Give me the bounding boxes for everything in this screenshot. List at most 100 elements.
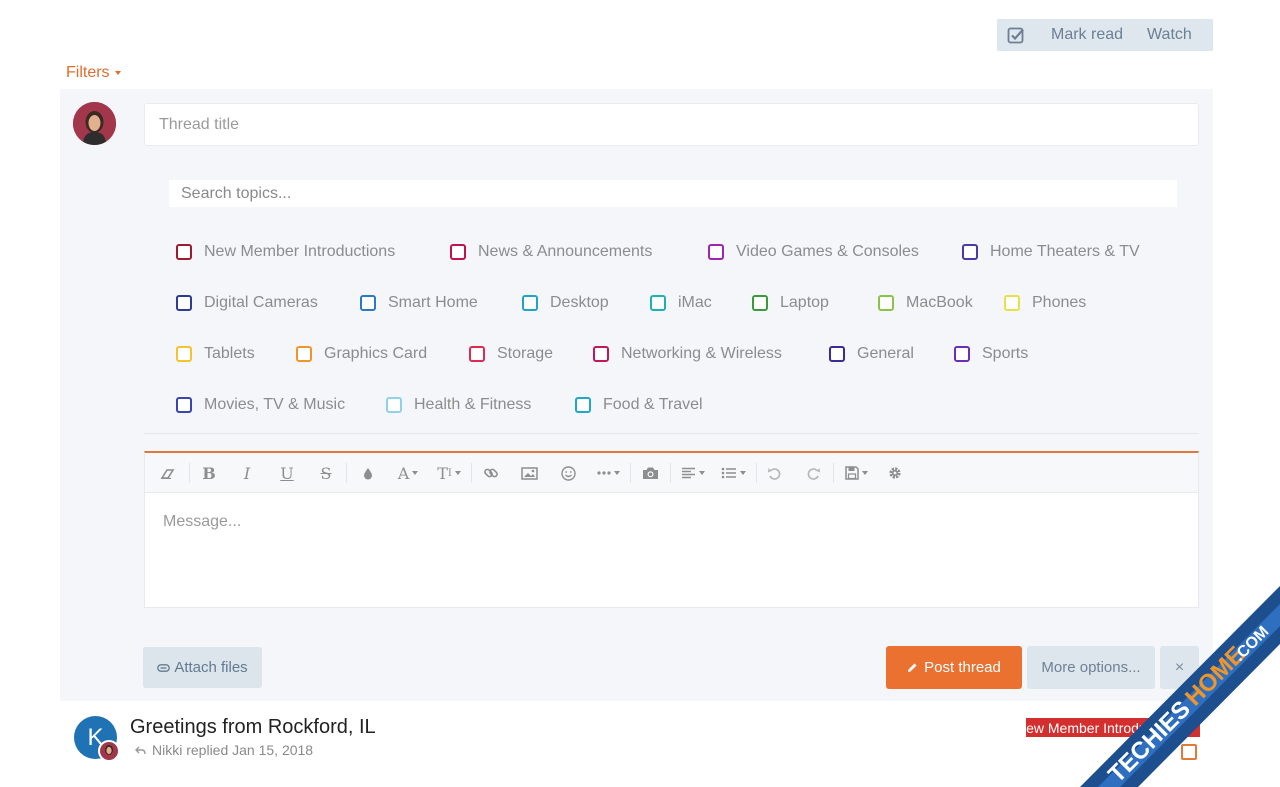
topic-checkbox[interactable] xyxy=(708,243,724,260)
align-icon[interactable] xyxy=(676,453,710,493)
topic-label: Desktop xyxy=(550,293,609,311)
topic-checkbox[interactable] xyxy=(176,294,192,311)
thread-title-link[interactable]: Greetings from Rockford, IL xyxy=(130,716,376,739)
topic-option-news-announcements[interactable]: News & Announcements xyxy=(450,243,708,261)
topic-label: Home Theaters & TV xyxy=(990,242,1140,260)
topic-label: Video Games & Consoles xyxy=(736,242,919,260)
topic-option-digital-cameras[interactable]: Digital Cameras xyxy=(176,294,360,312)
bold-icon[interactable]: B xyxy=(195,453,223,493)
close-icon: × xyxy=(1174,658,1185,676)
topic-checkbox[interactable] xyxy=(360,294,376,311)
topic-option-laptop[interactable]: Laptop xyxy=(752,294,878,312)
font-family-icon[interactable]: A xyxy=(391,453,425,493)
checkbox-icon[interactable] xyxy=(997,19,1035,51)
topic-option-video-games-consoles[interactable]: Video Games & Consoles xyxy=(708,243,962,261)
topic-checkbox[interactable] xyxy=(386,396,402,413)
topic-option-tablets[interactable]: Tablets xyxy=(176,345,296,363)
topic-checkbox[interactable] xyxy=(450,243,466,260)
message-input[interactable]: Message... xyxy=(145,493,1198,531)
paperclip-icon xyxy=(157,663,171,672)
topic-option-imac[interactable]: iMac xyxy=(650,294,752,312)
topic-label: Tablets xyxy=(204,344,255,362)
smilie-icon[interactable] xyxy=(554,453,582,493)
underline-icon[interactable]: U xyxy=(273,453,301,493)
topic-label: Laptop xyxy=(780,293,829,311)
watch-button[interactable]: Watch xyxy=(1147,26,1192,44)
more-options-button[interactable]: More options... xyxy=(1027,646,1155,689)
thread-prefix-badge[interactable]: New Member Introductions xyxy=(1026,718,1200,737)
topic-label: General xyxy=(857,344,914,362)
topic-checkbox[interactable] xyxy=(469,345,485,362)
redo-icon[interactable] xyxy=(799,453,827,493)
topic-option-sports[interactable]: Sports xyxy=(954,345,1028,363)
topic-label: Sports xyxy=(982,344,1029,362)
topic-label: Phones xyxy=(1032,293,1087,311)
undo-icon[interactable] xyxy=(760,453,788,493)
mark-read-button[interactable]: Mark read xyxy=(1051,26,1123,44)
post-thread-button[interactable]: Post thread xyxy=(886,646,1022,689)
thread-actions-bar: Mark read Watch xyxy=(997,19,1213,51)
topic-checkbox[interactable] xyxy=(176,243,192,260)
divider xyxy=(144,433,1199,434)
topic-label: Health & Fitness xyxy=(414,395,532,413)
topic-checkbox[interactable] xyxy=(296,345,312,362)
topic-checkbox[interactable] xyxy=(593,345,609,362)
topic-label: Digital Cameras xyxy=(204,293,318,311)
topic-checkbox[interactable] xyxy=(962,243,978,260)
search-topics-input[interactable]: Search topics... xyxy=(169,180,1177,207)
topic-row: Tablets Graphics Card Storage Networking… xyxy=(176,328,1186,379)
thread-title-placeholder: Thread title xyxy=(159,115,240,133)
topic-option-movies-tv-music[interactable]: Movies, TV & Music xyxy=(176,396,386,414)
topic-option-general[interactable]: General xyxy=(829,345,954,363)
font-size-icon[interactable]: TI xyxy=(432,453,466,493)
list-icon[interactable] xyxy=(716,453,750,493)
topic-option-new-member-introductions[interactable]: New Member Introductions xyxy=(176,243,450,261)
topic-label: Networking & Wireless xyxy=(621,344,782,362)
topic-checkbox[interactable] xyxy=(575,396,591,413)
topic-checkbox[interactable] xyxy=(176,396,192,413)
last-poster-avatar[interactable] xyxy=(98,740,120,762)
topic-checkbox[interactable] xyxy=(954,345,970,362)
strikethrough-icon[interactable]: S xyxy=(312,453,340,493)
message-editor[interactable]: B I U S A TI Message... xyxy=(144,451,1199,608)
prefix-text: New Member Introductions xyxy=(1026,719,1184,736)
topic-checkbox[interactable] xyxy=(878,294,894,311)
post-thread-label: Post thread xyxy=(924,659,1001,676)
topic-option-desktop[interactable]: Desktop xyxy=(522,294,650,312)
text-color-icon[interactable] xyxy=(354,453,382,493)
italic-icon[interactable]: I xyxy=(233,453,261,493)
image-icon[interactable] xyxy=(515,453,543,493)
camera-icon[interactable] xyxy=(636,453,664,493)
topic-checkbox[interactable] xyxy=(829,345,845,362)
topic-label: Food & Travel xyxy=(603,395,703,413)
settings-gear-icon[interactable] xyxy=(881,453,909,493)
topic-option-smart-home[interactable]: Smart Home xyxy=(360,294,522,312)
message-placeholder: Message... xyxy=(163,513,242,530)
topic-checkbox[interactable] xyxy=(522,294,538,311)
user-avatar[interactable] xyxy=(73,102,116,145)
close-button[interactable]: × xyxy=(1160,646,1199,689)
save-draft-icon[interactable] xyxy=(839,453,873,493)
topic-option-phones[interactable]: Phones xyxy=(1004,294,1086,312)
more-insert-icon[interactable] xyxy=(591,453,625,493)
topic-option-storage[interactable]: Storage xyxy=(469,345,593,363)
eraser-icon[interactable] xyxy=(153,453,183,493)
topic-option-macbook[interactable]: MacBook xyxy=(878,294,1004,312)
more-options-label: More options... xyxy=(1041,659,1141,676)
topic-option-networking-wireless[interactable]: Networking & Wireless xyxy=(593,345,829,363)
topic-checkbox[interactable] xyxy=(176,345,192,362)
thread-select-checkbox[interactable] xyxy=(1181,744,1197,760)
topic-checkbox[interactable] xyxy=(1004,294,1020,311)
topic-option-food-travel[interactable]: Food & Travel xyxy=(575,396,703,414)
topic-option-graphics-card[interactable]: Graphics Card xyxy=(296,345,469,363)
link-icon[interactable] xyxy=(477,453,505,493)
topic-option-home-theaters-tv[interactable]: Home Theaters & TV xyxy=(962,243,1140,261)
thread-title-input[interactable]: Thread title xyxy=(144,103,1199,146)
filters-dropdown[interactable]: Filters xyxy=(66,64,121,82)
attach-files-button[interactable]: Attach files xyxy=(143,647,262,688)
topic-label: New Member Introductions xyxy=(204,242,396,260)
topic-checkbox[interactable] xyxy=(752,294,768,311)
topic-checkbox[interactable] xyxy=(650,294,666,311)
topic-option-health-fitness[interactable]: Health & Fitness xyxy=(386,396,575,414)
topic-label: Movies, TV & Music xyxy=(204,395,346,413)
